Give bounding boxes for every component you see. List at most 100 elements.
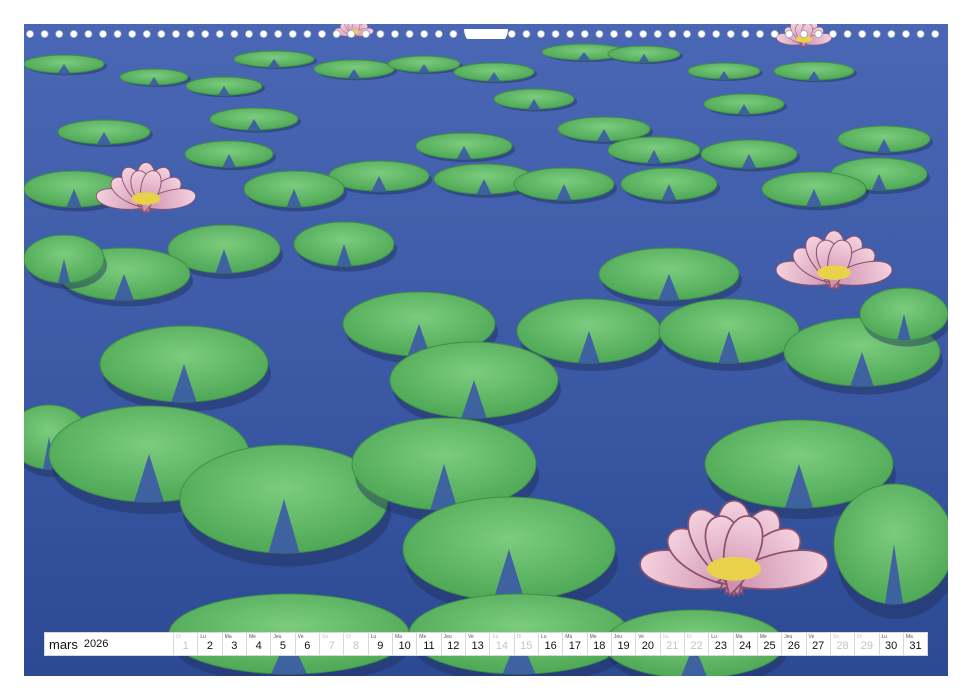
binding-hole xyxy=(215,30,224,38)
day-cell: Di 1 xyxy=(174,633,199,655)
binding-hole xyxy=(726,30,735,38)
month-name: mars xyxy=(49,636,78,652)
day-cell: Ve 20 xyxy=(636,633,661,655)
day-cell: Ma 3 xyxy=(223,633,247,655)
binding-hole xyxy=(741,30,750,38)
day-number: 24 xyxy=(739,640,752,652)
binding-hole xyxy=(347,30,356,38)
day-cell: Jeu 12 xyxy=(442,633,466,655)
day-cell: Me 18 xyxy=(588,633,612,655)
day-number: 22 xyxy=(690,640,703,652)
day-number: 26 xyxy=(787,640,800,652)
binding-hole xyxy=(303,30,312,38)
binding-hole xyxy=(142,30,151,38)
day-cell: Lu 16 xyxy=(539,633,564,655)
binding-hole xyxy=(259,30,268,38)
day-number: 11 xyxy=(423,640,435,652)
day-number: 13 xyxy=(471,640,484,652)
day-number: 14 xyxy=(495,640,509,652)
binding-hole xyxy=(610,30,619,38)
day-cell: Jeu 5 xyxy=(271,633,296,655)
day-cell: Ve 13 xyxy=(466,633,491,655)
binding-hole xyxy=(317,30,326,38)
binding-hole xyxy=(580,30,589,38)
day-cell: Lu 23 xyxy=(709,633,734,655)
day-number: 23 xyxy=(714,640,727,652)
day-cell: Ma 10 xyxy=(393,633,418,655)
hanger-notch xyxy=(464,29,508,39)
day-cell: Di 22 xyxy=(685,633,710,655)
binding-hole xyxy=(916,30,925,38)
day-cell: Ve 6 xyxy=(296,633,320,655)
binding-hole xyxy=(171,30,180,38)
binding-hole xyxy=(595,30,604,38)
binding-hole xyxy=(288,30,297,38)
lotus-center xyxy=(131,192,161,205)
day-cell: Ma 31 xyxy=(904,633,927,655)
binding-hole xyxy=(537,30,546,38)
day-number: 17 xyxy=(568,640,582,652)
binding-hole xyxy=(449,30,458,38)
day-number: 10 xyxy=(398,640,411,652)
binding-hole xyxy=(99,30,108,38)
binding-hole xyxy=(887,30,896,38)
binding-hole xyxy=(244,30,253,38)
binding-hole xyxy=(653,30,662,38)
day-cell: Sa 28 xyxy=(831,633,856,655)
binding-hole xyxy=(26,30,34,38)
day-number: 20 xyxy=(641,640,655,652)
day-cell: Me 4 xyxy=(247,633,272,655)
binding-hole xyxy=(361,30,370,38)
day-cells: Di 1 Lu 2 Ma 3 Me 4 Jeu 5 Ve 6 Sa 7 Di 8 Lu 9 Ma 10 Me 11 Jeu 1… xyxy=(174,633,927,655)
day-cell: Lu 30 xyxy=(880,633,904,655)
day-number: 7 xyxy=(328,640,335,652)
day-number: 8 xyxy=(352,640,360,652)
binding-hole xyxy=(420,30,429,38)
lotus-center xyxy=(817,265,851,281)
day-number: 2 xyxy=(206,640,214,652)
day-number: 28 xyxy=(836,640,849,652)
day-cell: Ve 27 xyxy=(807,633,831,655)
binding-hole xyxy=(55,30,64,38)
day-number: 12 xyxy=(447,640,460,652)
binding-hole xyxy=(785,30,794,38)
day-cell: Ma 17 xyxy=(563,633,588,655)
binding-hole xyxy=(931,30,940,38)
binding-hole xyxy=(128,30,137,38)
binding-hole xyxy=(872,30,881,38)
binding-hole xyxy=(683,30,692,38)
binding-hole xyxy=(69,30,78,38)
binding-hole xyxy=(186,30,195,38)
lotus-pond-photo xyxy=(24,24,948,676)
day-cell: Lu 2 xyxy=(198,633,223,655)
binding-hole xyxy=(639,30,648,38)
day-number: 31 xyxy=(909,640,922,652)
binding-hole xyxy=(668,30,677,38)
binding-hole xyxy=(113,30,122,38)
binding-hole xyxy=(230,30,239,38)
day-number: 6 xyxy=(304,640,311,652)
binding-hole xyxy=(390,30,399,38)
binding-hole xyxy=(551,30,560,38)
binding-hole xyxy=(902,30,911,38)
binding-hole xyxy=(770,30,779,38)
binding-hole xyxy=(434,30,443,38)
day-number: 15 xyxy=(520,640,533,652)
day-cell: Sa 21 xyxy=(661,633,685,655)
day-number: 25 xyxy=(763,640,776,652)
binding-hole xyxy=(40,30,49,38)
day-number: 9 xyxy=(377,640,384,652)
day-number: 3 xyxy=(231,640,238,652)
day-number: 5 xyxy=(279,640,287,652)
day-cell: Di 15 xyxy=(515,633,539,655)
day-number: 16 xyxy=(544,640,557,652)
binding-hole xyxy=(697,30,706,38)
day-cell: Jeu 19 xyxy=(612,633,637,655)
binding-hole xyxy=(332,30,341,38)
binding-hole xyxy=(858,30,867,38)
day-cell: Lu 9 xyxy=(369,633,393,655)
binding-hole xyxy=(799,30,808,38)
day-cell: Me 11 xyxy=(417,633,442,655)
binding-hole xyxy=(157,30,166,38)
day-number: 30 xyxy=(885,640,898,652)
